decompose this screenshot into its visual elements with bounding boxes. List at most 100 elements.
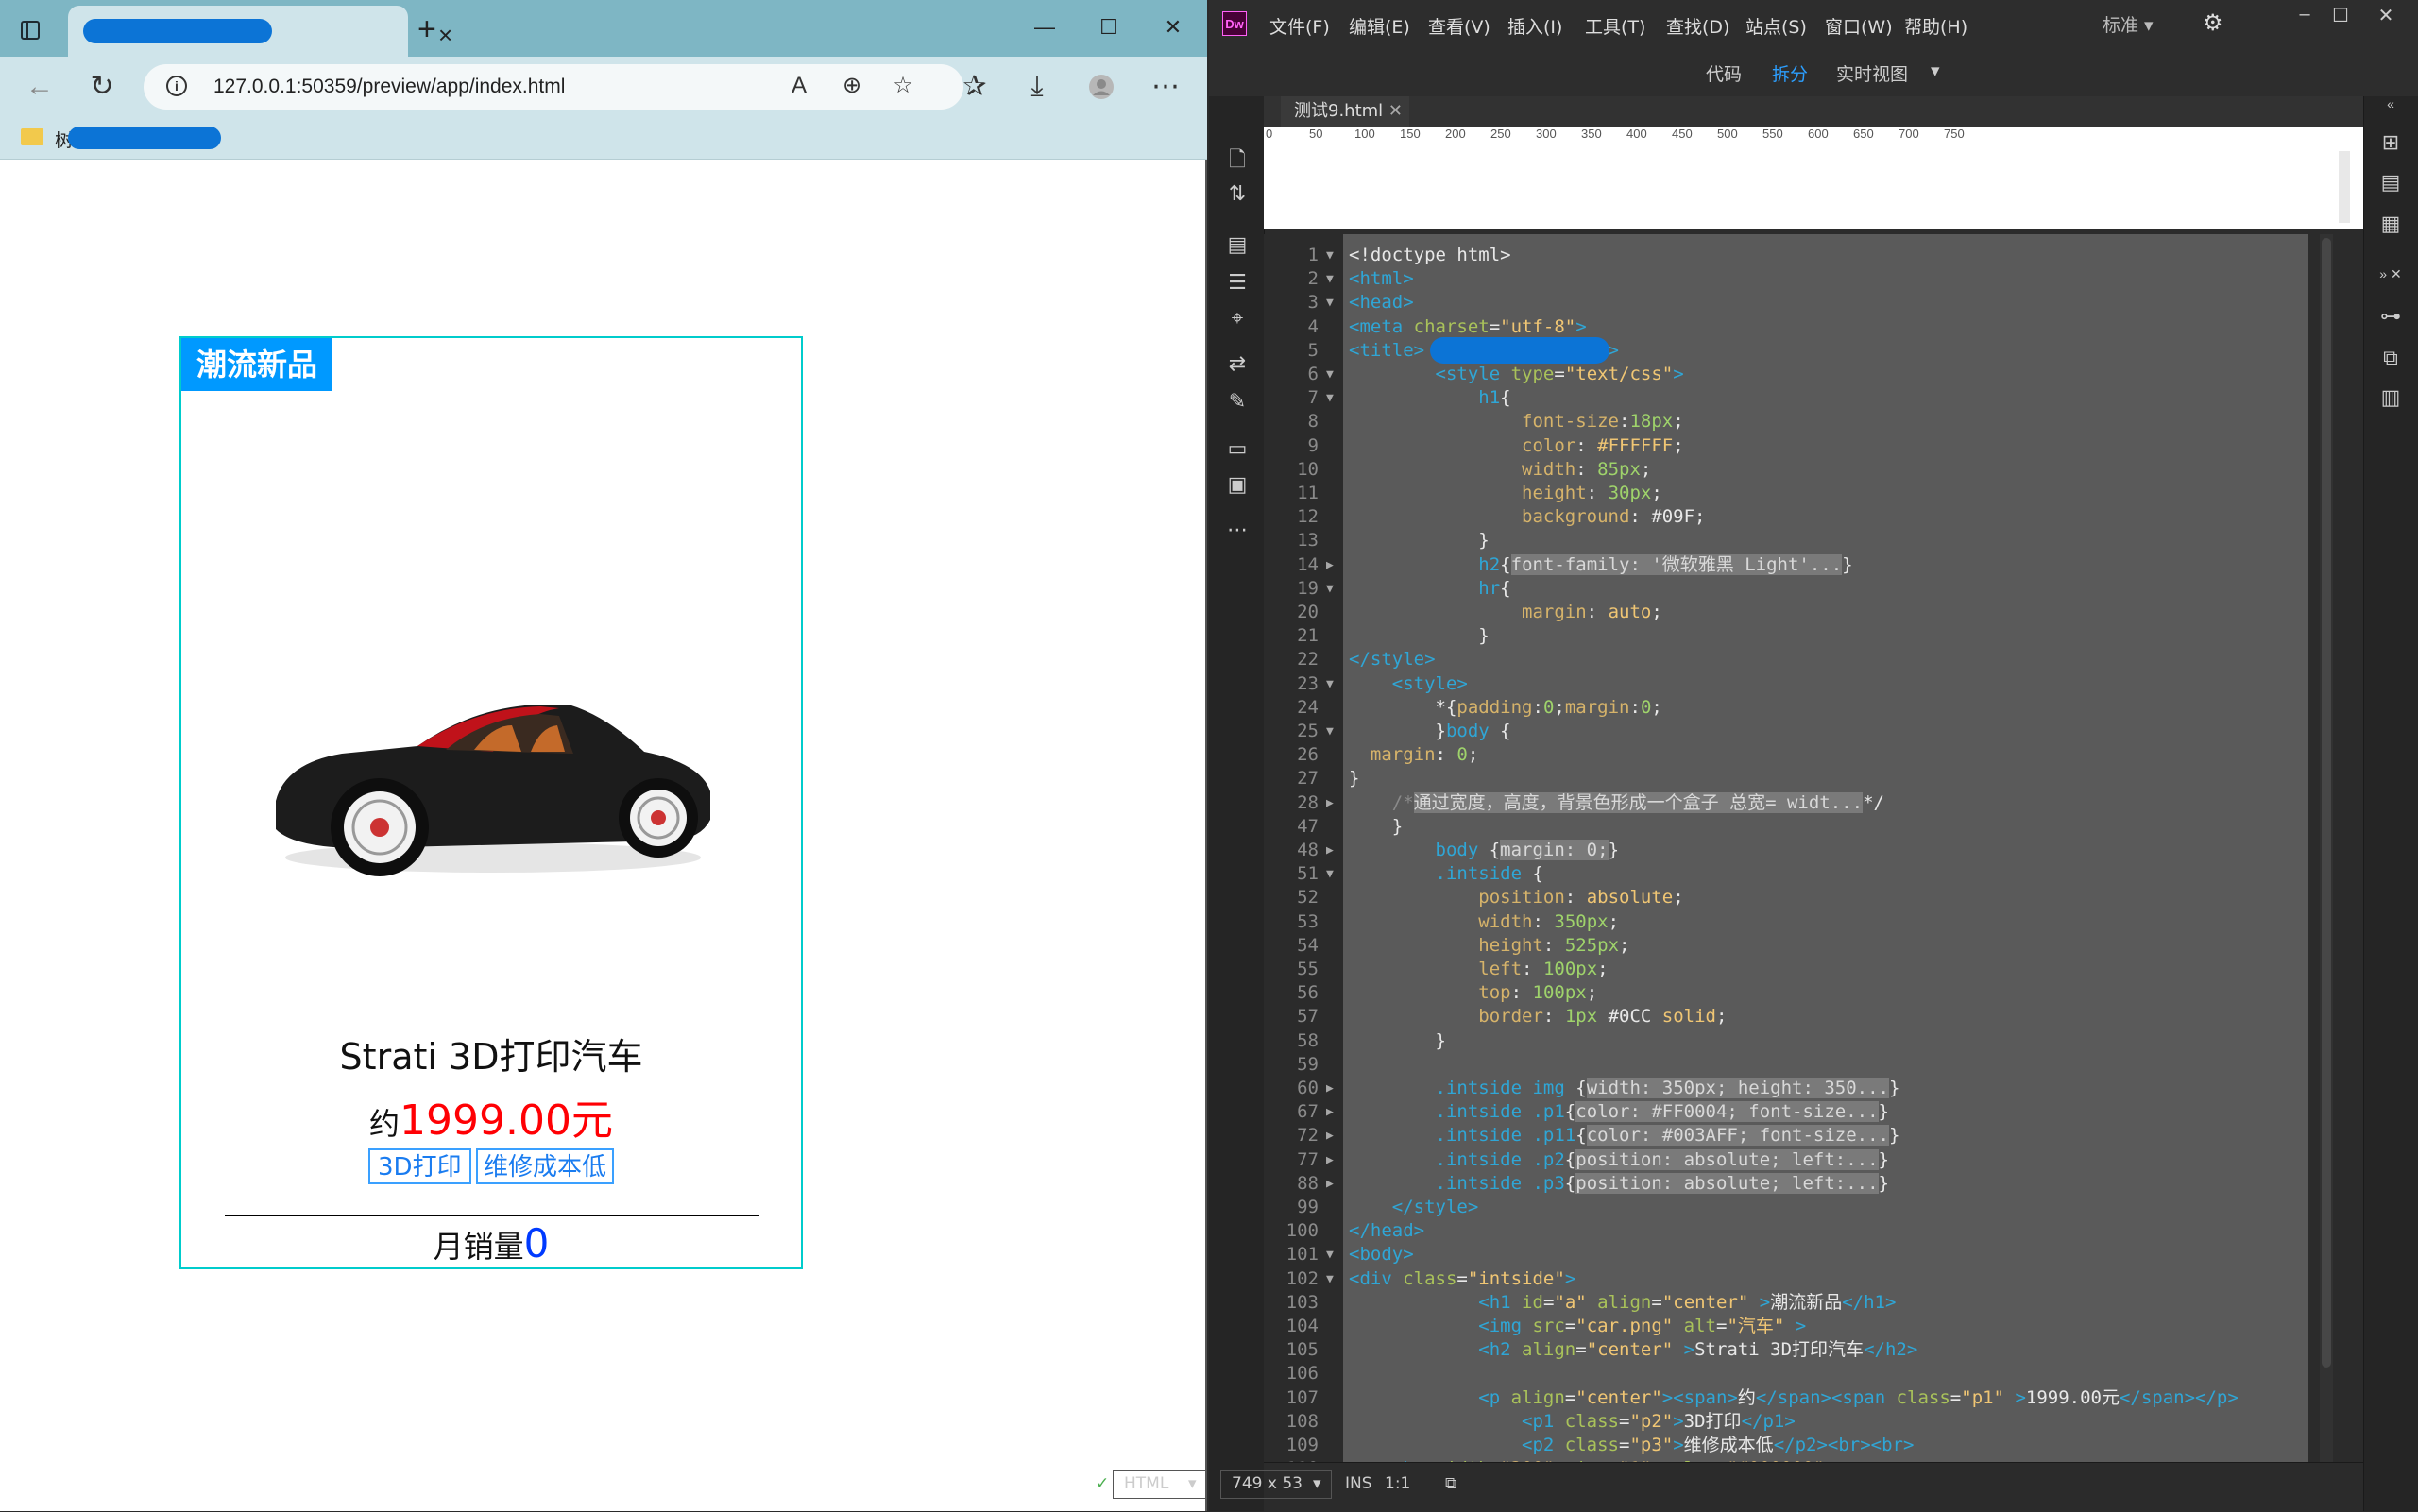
code-line[interactable]: 54 height: 525px; <box>1264 934 2322 958</box>
code-line[interactable]: 22 </style> <box>1264 648 2322 671</box>
minimize-icon[interactable]: — <box>1026 13 1064 42</box>
code-line[interactable]: 27} <box>1264 767 2322 790</box>
fold-closed-icon[interactable]: ▶ <box>1326 1148 1334 1172</box>
code-line[interactable]: 20 margin: auto; <box>1264 601 2322 624</box>
target-icon[interactable]: ⌖ <box>1224 306 1251 331</box>
code-line[interactable]: 13 } <box>1264 529 2322 552</box>
preview-icon[interactable]: ⧉ <box>1445 1474 1456 1493</box>
brush-icon[interactable]: ✎ <box>1224 389 1251 414</box>
code-line[interactable]: 51 ▼ .intside { <box>1264 862 2322 886</box>
view-split-button[interactable]: 拆分 <box>1772 60 1808 86</box>
fold-open-icon[interactable]: ▼ <box>1326 244 1334 267</box>
site-info-icon[interactable]: i <box>166 76 187 96</box>
code-line[interactable]: 26 margin: 0; <box>1264 743 2322 767</box>
downloads-icon[interactable]: ⤓ <box>1018 70 1056 104</box>
code-line[interactable]: 55 left: 100px; <box>1264 958 2322 981</box>
document-tab[interactable]: 测试9.html ✕ <box>1281 96 1409 127</box>
window-size-dropdown-icon[interactable]: ▾ <box>1313 1474 1321 1493</box>
live-view-scrollbar[interactable] <box>2339 151 2350 223</box>
code-scrollbar[interactable] <box>2320 234 2333 1462</box>
code-line[interactable]: 7 ▼ h1{ <box>1264 386 2322 410</box>
new-tab-button[interactable]: + <box>417 13 436 45</box>
fold-open-icon[interactable]: ▼ <box>1326 1243 1334 1266</box>
panel-collapse-icon[interactable]: « <box>2377 96 2404 111</box>
code-line[interactable]: 60 ▶ .intside img {width: 350px; height: … <box>1264 1077 2322 1100</box>
menu-insert[interactable]: 插入(I) <box>1507 13 1562 39</box>
file-icon[interactable]: 🗋 <box>1224 144 1251 179</box>
code-line[interactable]: 10 width: 85px; <box>1264 458 2322 482</box>
code-line[interactable]: 77 ▶ .intside .p2{position: absolute; lef… <box>1264 1148 2322 1172</box>
code-editor[interactable]: 1 ▼ <!doctype html> 2 ▼ <html> 3 ▼ <head> 4 <meta … <box>1264 234 2363 1462</box>
language-dropdown-icon[interactable]: ▾ <box>1188 1474 1197 1493</box>
menu-help[interactable]: 帮助(H) <box>1904 13 1967 39</box>
sync-settings-icon[interactable]: ⚙ <box>2203 9 2223 37</box>
code-line[interactable]: 103 <h1 id="a" align="center" >潮流新品</h1> <box>1264 1291 2322 1315</box>
code-line[interactable]: 57 border: 1px #0CC solid; <box>1264 1005 2322 1028</box>
code-line[interactable]: 11 height: 30px; <box>1264 482 2322 505</box>
code-line[interactable]: 25 ▼ }body { <box>1264 720 2322 743</box>
code-line[interactable]: 4 <meta charset="utf-8"> <box>1264 315 2322 339</box>
menu-tools[interactable]: 工具(T) <box>1585 13 1645 39</box>
refresh-icon[interactable]: ↻ <box>83 70 121 104</box>
fold-open-icon[interactable]: ▼ <box>1326 577 1334 601</box>
read-aloud-icon[interactable]: A <box>782 72 816 100</box>
code-line[interactable]: 52 position: absolute; <box>1264 886 2322 909</box>
fold-open-icon[interactable]: ▼ <box>1326 672 1334 696</box>
wrap-icon[interactable]: ⇄ <box>1224 351 1251 376</box>
code-line[interactable]: 108 <p1 class="p2">3D打印</p1> <box>1264 1410 2322 1434</box>
code-line[interactable]: 88 ▶ .intside .p3{position: absolute; lef… <box>1264 1172 2322 1196</box>
menu-edit[interactable]: 编辑(E) <box>1349 13 1410 39</box>
close-window-icon[interactable]: ✕ <box>1154 13 1192 42</box>
assets-panel-icon[interactable]: ▤ <box>2377 170 2404 195</box>
fold-open-icon[interactable]: ▼ <box>1326 862 1334 886</box>
back-icon[interactable]: ← <box>21 70 59 104</box>
code-line[interactable]: 6 ▼ <style type="text/css"> <box>1264 363 2322 386</box>
favorites-icon[interactable]: ✰ <box>956 70 994 104</box>
code-line[interactable]: 8 font-size:18px; <box>1264 410 2322 433</box>
tab-close-icon[interactable]: × <box>438 23 452 47</box>
dw-close-icon[interactable]: ✕ <box>2367 4 2405 27</box>
code-line[interactable]: 28 ▶ /*通过宽度，高度，背景色形成一个盒子 总宽= widt...*/ <box>1264 791 2322 815</box>
menu-site[interactable]: 站点(S) <box>1745 13 1807 39</box>
tab-actions-icon[interactable] <box>21 21 40 40</box>
fold-closed-icon[interactable]: ▶ <box>1326 791 1334 815</box>
dw-minimize-icon[interactable]: – <box>2286 4 2324 25</box>
fold-open-icon[interactable]: ▼ <box>1326 291 1334 314</box>
active-tab[interactable]: × <box>68 6 452 57</box>
insert-panel-icon[interactable]: ⧉ <box>2377 346 2404 370</box>
snippet-icon[interactable]: ▣ <box>1224 472 1251 497</box>
add-favorite-icon[interactable]: ☆ <box>886 72 920 100</box>
comment-icon[interactable]: ▭ <box>1224 436 1251 461</box>
code-line[interactable]: 24 *{padding:0;margin:0; <box>1264 696 2322 720</box>
code-line[interactable]: 72 ▶ .intside .p11{color: #003AFF; font-s… <box>1264 1124 2322 1147</box>
fold-open-icon[interactable]: ▼ <box>1326 267 1334 291</box>
view-code-button[interactable]: 代码 <box>1706 60 1742 86</box>
dw-maximize-icon[interactable]: ☐ <box>2322 4 2359 27</box>
zoom-icon[interactable]: ⊕ <box>835 72 869 100</box>
css-designer-icon[interactable]: ▥ <box>2377 385 2404 410</box>
dom-panel-icon[interactable]: ⊞ <box>2377 130 2404 155</box>
properties-panel-icon[interactable]: ▦ <box>2377 212 2404 236</box>
code-line[interactable]: 59 <box>1264 1053 2322 1077</box>
code-line[interactable]: 105 <h2 align="center" >Strati 3D打印汽车</h… <box>1264 1338 2322 1362</box>
indent-icon[interactable]: ☰ <box>1224 270 1251 295</box>
menu-window[interactable]: 窗口(W) <box>1825 13 1893 39</box>
fold-closed-icon[interactable]: ▶ <box>1326 1077 1334 1100</box>
menu-view[interactable]: 查看(V) <box>1428 13 1490 39</box>
code-line[interactable]: 67 ▶ .intside .p1{color: #FF0004; font-si… <box>1264 1100 2322 1124</box>
code-line[interactable]: 100 </head> <box>1264 1219 2322 1243</box>
code-line[interactable]: 56 top: 100px; <box>1264 981 2322 1005</box>
fold-closed-icon[interactable]: ▶ <box>1326 1172 1334 1196</box>
more-tools-icon[interactable]: ⋯ <box>1224 518 1251 542</box>
code-line[interactable]: 53 width: 350px; <box>1264 910 2322 934</box>
code-line[interactable]: 101 ▼ <body> <box>1264 1243 2322 1266</box>
profile-icon[interactable] <box>1082 70 1120 109</box>
fold-open-icon[interactable]: ▼ <box>1326 720 1334 743</box>
page-props-icon[interactable]: ▤ <box>1224 232 1251 257</box>
files-panel-icon[interactable]: ⊶ <box>2377 304 2404 329</box>
code-line[interactable]: 23 ▼ <style> <box>1264 672 2322 696</box>
fold-open-icon[interactable]: ▼ <box>1326 1267 1334 1291</box>
code-line[interactable]: 9 color: #FFFFFF; <box>1264 434 2322 458</box>
workspace-switcher[interactable]: 标准 ▾ <box>2103 11 2154 37</box>
code-line[interactable]: 12 background: #09F; <box>1264 505 2322 529</box>
